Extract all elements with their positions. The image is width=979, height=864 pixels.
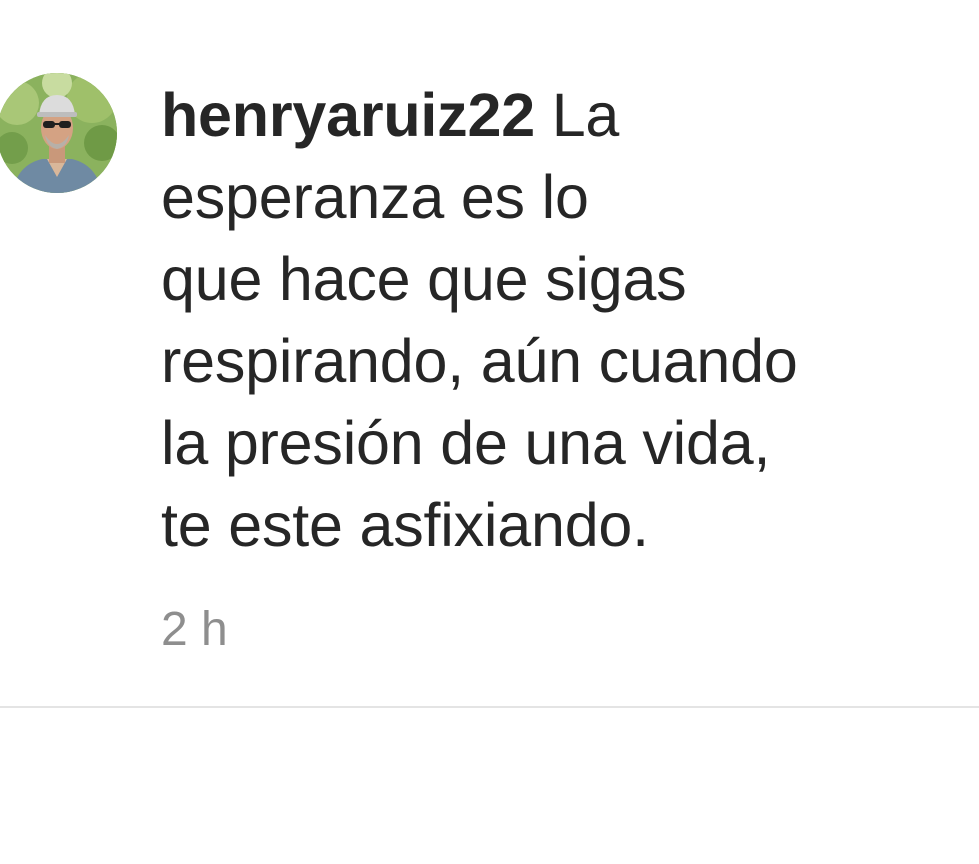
- user-avatar[interactable]: [0, 73, 117, 193]
- username-link[interactable]: henryaruiz22: [161, 81, 535, 149]
- avatar-photo-icon: [0, 73, 117, 193]
- comment-line: la presión de una vida,: [161, 409, 771, 477]
- comment-text-segment: La: [551, 81, 620, 149]
- comment-line: te este asfixiando.: [161, 491, 649, 559]
- comment-line: que hace que sigas: [161, 245, 687, 313]
- comment-line: respirando, aún cuando: [161, 327, 798, 395]
- comment-line: esperanza es lo: [161, 163, 589, 231]
- comment-timestamp: 2 h: [161, 603, 228, 656]
- comment-line: henryaruiz22 La: [161, 74, 951, 156]
- comment-item: henryaruiz22 La esperanza es lo que hace…: [0, 0, 979, 707]
- comment-text: henryaruiz22 La esperanza es lo que hace…: [161, 74, 951, 566]
- divider: [0, 706, 979, 708]
